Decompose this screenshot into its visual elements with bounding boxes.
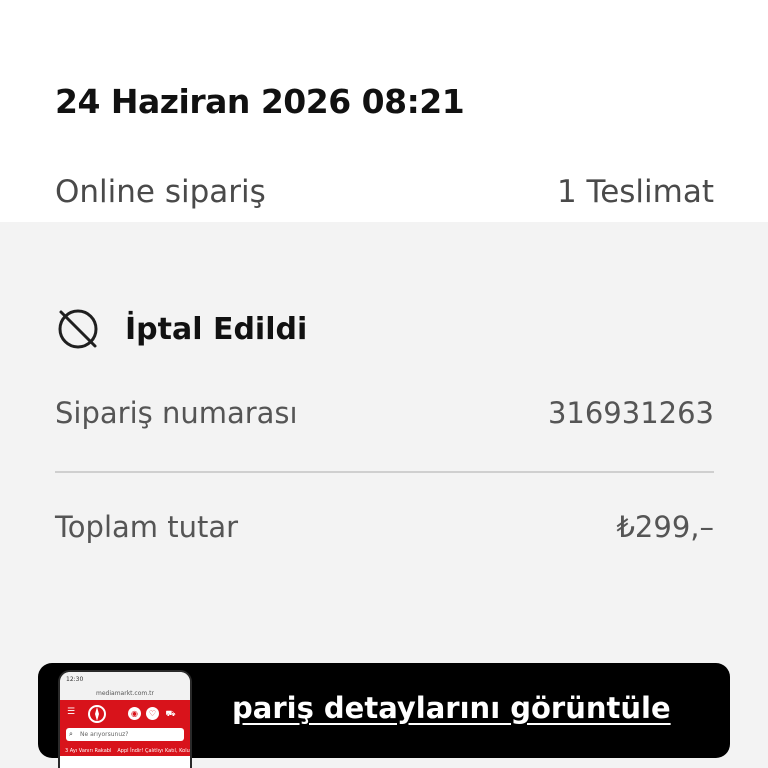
view-order-details-label: pariş detaylarını görüntüle: [232, 691, 671, 725]
total-row: Toplam tutar ₺299,–: [55, 510, 714, 544]
thumbnail-promo-bar: 3 Ayı Vanırı Rakabl Appl İndir! Çalıtlıy…: [60, 746, 190, 756]
thumbnail-search: ⌕ Ne arıyorsunuz?: [60, 728, 190, 746]
thumbnail-search-box: ⌕ Ne arıyorsunuz?: [66, 728, 184, 741]
order-number-value: 316931263: [547, 396, 714, 430]
status-label: İptal Edildi: [125, 311, 308, 347]
thumbnail-time: 12:30: [66, 676, 84, 683]
order-date: 24 Haziran 2026 08:21: [55, 82, 465, 121]
thumbnail-promo-1: 3 Ayı Vanırı Rakabl: [65, 748, 112, 754]
thumbnail-status-bar: 12:30: [60, 672, 190, 688]
order-type: Online sipariş: [55, 174, 266, 210]
thumbnail-site-header: ☰ ◉ ♡ ⛟: [60, 700, 190, 728]
thumbnail-url-bar: mediamarkt.com.tr: [60, 688, 190, 700]
delivery-count: 1 Teslimat: [556, 174, 714, 210]
cart-icon: ⛟: [165, 709, 176, 718]
total-label: Toplam tutar: [55, 510, 239, 544]
search-icon: ⌕: [69, 730, 73, 738]
account-icon: ◉: [128, 707, 141, 720]
total-value: ₺299,–: [616, 510, 714, 544]
heart-icon: ♡: [146, 707, 159, 720]
thumbnail-search-placeholder: Ne arıyorsunuz?: [80, 731, 129, 738]
order-status: İptal Edildi: [55, 306, 307, 352]
order-number-label: Sipariş numarası: [55, 396, 298, 430]
order-header: 24 Haziran 2026 08:21 Online sipariş 1 T…: [0, 0, 768, 222]
screenshot-thumbnail[interactable]: 12:30 mediamarkt.com.tr ☰ ◉ ♡ ⛟ ⌕ Ne arı…: [60, 672, 190, 768]
menu-icon: ☰: [67, 707, 76, 717]
brand-logo-icon: [88, 705, 106, 723]
cancelled-icon: [58, 309, 98, 349]
order-number-row: Sipariş numarası 316931263: [55, 396, 714, 430]
thumbnail-url: mediamarkt.com.tr: [96, 690, 154, 697]
order-screen: 24 Haziran 2026 08:21 Online sipariş 1 T…: [0, 0, 768, 768]
thumbnail-promo-2: Appl İndir! Çalıtlıyı Katıl, Kolul: [117, 748, 190, 754]
divider: [55, 471, 714, 473]
order-type-row: Online sipariş 1 Teslimat: [55, 174, 714, 210]
